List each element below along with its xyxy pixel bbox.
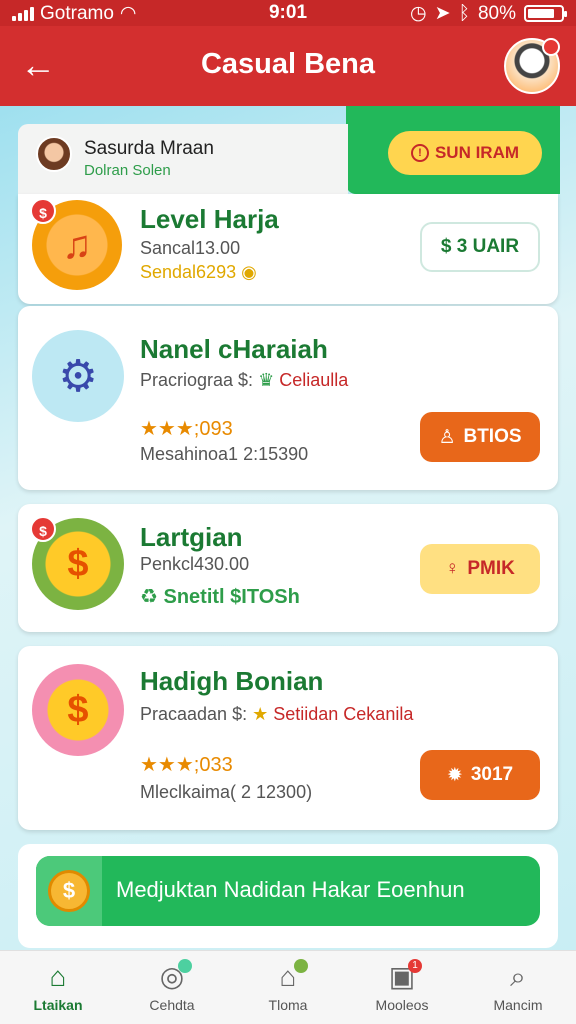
card-title: Nanel cHaraiah [140,334,328,364]
card-action-button[interactable]: $ 3 UAIR [420,222,540,272]
rating-stars: ★★★;093 [140,418,233,440]
coin-icon: ◉ [241,262,257,282]
status-right: ◷ ➤ ᛒ 80% [410,2,567,25]
nav-label: Tloma [268,997,308,1013]
card-line: Mesahinoa1 2:15390 [140,444,309,464]
list-item[interactable]: $ $ Lartgian Penkcl430.00 ♻ Snetitl $ITO… [18,504,558,632]
refresh-icon: ♻ [140,586,158,608]
status-bar: Gotramo ◠ 9:01 ◷ ➤ ᛒ 80% [0,0,576,26]
nav-label: Mooleos [375,997,429,1013]
card-title: Hadigh Bonian [140,666,324,696]
bottom-navigation: ⌂ Ltaikan ◎ Cehdta ⌂ Tloma ▣ 1 Mooleos ⌕ … [0,950,576,1024]
info-icon: ! [410,144,429,162]
avatar [36,136,72,172]
gear-icon: ✹ [446,764,463,786]
profile-avatar-button[interactable] [504,38,560,94]
star-icon: ★ [252,704,269,724]
card-title: Lartgian [140,522,243,552]
dollar-badge: $ [30,516,56,542]
banner-text: Medjuktan Nadidan Hakar Eoenhun [116,877,465,902]
location-icon: ➤ [434,3,451,24]
coin-thumbnail: $ [32,664,124,756]
card-action-label: BTIOS [463,426,522,447]
bell-thumbnail: ♫ $ [30,198,122,290]
message-icon: ▣ 1 [384,959,422,993]
nav-label: Ltaikan [33,997,83,1013]
card-line-prefix: Pracriograa $: [140,370,254,390]
card-title: Level Harja [140,204,279,234]
card-line-highlight: Celiaulla [279,370,349,390]
card-gold-text: Sendal6293 [140,262,237,282]
nav-item-home[interactable]: ⌂ Ltaikan [8,961,108,1013]
card-line: Mleclkaima( 2 12300) [140,782,313,802]
battery-icon [524,5,567,22]
card-line: Pracaadan $: ★ Setiidan Cekanila [140,704,413,725]
bulb-thumbnail: $ $ [30,516,124,610]
card-line: Penkcl430.00 [140,554,250,574]
card-action-label: PMIK [467,558,515,579]
profile-name: Sasurda Mraan [84,138,214,159]
card-line-highlight: Setiidan Cekanila [273,704,414,724]
card-green-text: Snetitl $ITOSh [163,586,300,608]
target-icon: ◎ [154,959,192,993]
nav-label: Cehdta [149,997,195,1013]
nav-label: Mancim [493,997,543,1013]
sun-iram-button[interactable]: ! SUN IRAM [388,131,542,175]
list-item[interactable]: $ Hadigh Bonian Pracaadan $: ★ Setiidan … [18,646,558,830]
notification-dot [542,38,560,56]
list-item[interactable]: ⚙ Nanel cHaraiah Pracriograa $: ♛ Celiau… [18,306,558,490]
sun-iram-label: SUN IRAM [434,143,520,162]
app-header: ← Casual Bena [0,26,576,106]
card-line-prefix: Pracaadan $: [140,704,248,724]
search-icon: ⌕ [510,961,526,992]
cannon-thumbnail: ⚙ [32,330,124,422]
card-green-line: ♻ Snetitl $ITOSh [140,584,300,609]
profile-subtitle: Dolran Solen [84,162,171,179]
home-icon: ⌂ [49,961,67,992]
promo-banner[interactable]: $ Medjuktan Nadidan Hakar Eoenhun [36,856,540,926]
rating-stars: ★★★;033 [140,754,233,776]
battery-percent: 80% [477,2,516,24]
bluetooth-icon: ᛒ [458,2,470,24]
card-action-button[interactable]: ♙ BTIOS [420,412,540,462]
house-icon: ⌂ [270,959,308,993]
list-item[interactable]: ♫ $ Level Harja Sancal13.00 Sendal6293 ◉… [18,194,558,304]
card-action-button[interactable]: ♀ PMIK [420,544,540,594]
person-icon: ♙ [438,426,456,448]
card-action-button[interactable]: ✹ 3017 [420,750,540,800]
nav-item-messages[interactable]: ▣ 1 Mooleos [352,959,452,1013]
alarm-icon: ◷ [410,3,427,24]
cannon-icon: ⚙ [58,351,98,401]
card-line: Sancal13.00 [140,238,241,258]
nav-item-house[interactable]: ⌂ Tloma [238,959,338,1013]
coin-icon: $ [36,856,102,926]
profile-card[interactable]: Sasurda Mraan Dolran Solen [18,124,348,194]
card-action-label: 3017 [470,764,514,785]
coin-icon: $ [67,688,89,731]
nav-item-target[interactable]: ◎ Cehdta [122,959,222,1013]
page-title: Casual Bena [200,48,376,80]
card-gold-line: Sendal6293 ◉ [140,262,257,283]
card-line: Pracriograa $: ♛ Celiaulla [140,370,348,391]
dollar-badge: $ [30,198,56,224]
person-icon: ♀ [445,558,460,579]
crown-icon: ♛ [258,370,275,390]
nav-item-search[interactable]: ⌕ Mancim [468,961,568,1013]
